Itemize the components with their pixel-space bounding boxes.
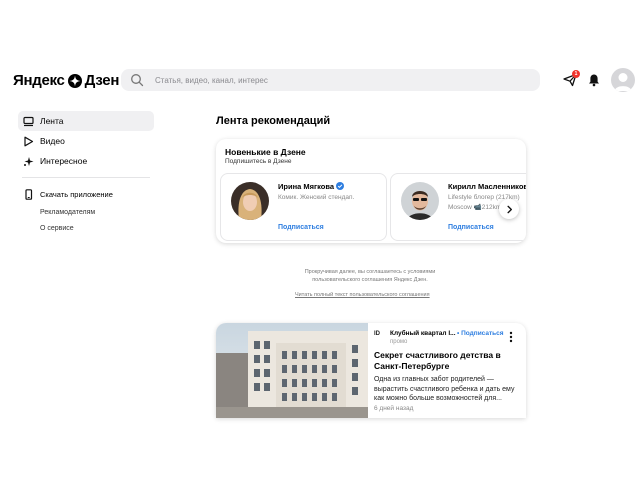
channel-card[interactable]: Ирина Мягкова Комик. Женский стендап. По… (220, 173, 387, 241)
sidebar: Лента Видео Интересное Скачать приложени… (18, 111, 154, 236)
agreement-link[interactable]: Читать полный текст пользовательского со… (295, 292, 430, 298)
logo-text-zen: Дзен (84, 72, 120, 89)
search-bar[interactable] (121, 69, 540, 91)
publisher-name[interactable]: Клубный квартал I... (390, 330, 456, 337)
sidebar-item-feed[interactable]: Лента (18, 111, 154, 131)
search-icon (131, 74, 144, 87)
subscribe-button[interactable]: Подписаться (278, 224, 324, 231)
logo-text-yandex: Яндекс (13, 72, 65, 89)
sparkle-icon (24, 156, 34, 166)
user-silhouette-icon (614, 73, 632, 91)
bell-icon[interactable] (587, 73, 601, 87)
top-header: Яндекс Дзен 1 (0, 62, 640, 98)
download-app-label: Скачать приложение (40, 189, 113, 199)
phone-icon (25, 188, 33, 200)
channel-name-text: Ирина Мягкова (278, 182, 335, 191)
article-title[interactable]: Секрет счастливого детства в Санкт-Петер… (374, 350, 520, 372)
channel-name[interactable]: Кирилл Масленников (448, 182, 526, 191)
sidebar-item-label: Интересное (40, 156, 88, 166)
newcomers-card: Новенькие в Дзене Подпишитесь в Дзене Ир… (216, 139, 526, 243)
carousel-next-button[interactable] (499, 199, 519, 219)
search-input[interactable] (155, 69, 525, 91)
chevron-right-icon (506, 205, 512, 213)
more-options-icon[interactable] (508, 331, 514, 343)
channel-name-text: Кирилл Масленников (448, 182, 526, 191)
zen-star-icon (67, 73, 82, 88)
user-avatar[interactable] (611, 68, 635, 92)
sidebar-item-label: Видео (40, 136, 65, 146)
page-title: Лента рекомендаций (216, 115, 331, 127)
channel-avatar[interactable] (401, 182, 439, 220)
channel-name[interactable]: Ирина Мягкова (278, 182, 345, 191)
publisher-subscribe-button[interactable]: • Подписаться (457, 330, 504, 337)
feed-icon (23, 116, 34, 126)
yandex-zen-logo[interactable]: Яндекс Дзен (13, 72, 119, 89)
channel-description: Комик. Женский стендап. (278, 194, 355, 201)
sidebar-divider (22, 177, 150, 178)
promo-article-card[interactable]: ID Клубный квартал I... • Подписаться пр… (216, 323, 526, 418)
article-timestamp: 6 дней назад (374, 405, 414, 412)
avatar-photo-woman (231, 182, 269, 220)
sidebar-item-label: Лента (40, 116, 64, 126)
article-snippet: Одна из главных забот родителей — выраст… (374, 376, 515, 402)
about-link[interactable]: О сервисе (18, 220, 154, 236)
download-app-link[interactable]: Скачать приложение (18, 184, 154, 204)
sidebar-item-video[interactable]: Видео (18, 131, 154, 151)
article-cover-image[interactable] (216, 323, 368, 418)
newcomers-subtitle: Подпишитесь в Дзене (225, 158, 292, 165)
channel-avatar[interactable] (231, 182, 269, 220)
promo-tag: промо (390, 339, 408, 345)
avatar-photo-man (401, 182, 439, 220)
advertisers-link[interactable]: Рекламодателям (18, 204, 154, 220)
play-icon (24, 136, 34, 146)
notification-badge: 1 (572, 70, 580, 78)
agreement-notice: Прокручивая далее, вы соглашаетесь с усл… (304, 269, 436, 283)
verified-icon (336, 182, 345, 190)
newcomers-title: Новенькие в Дзене (225, 147, 306, 157)
publisher-logo[interactable]: ID (374, 331, 384, 341)
sidebar-item-interesting[interactable]: Интересное (18, 151, 154, 171)
subscribe-button[interactable]: Подписаться (448, 224, 494, 231)
